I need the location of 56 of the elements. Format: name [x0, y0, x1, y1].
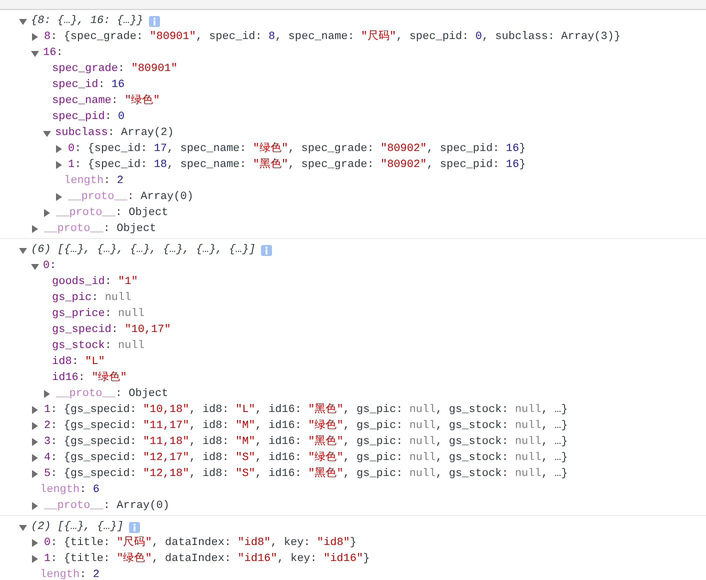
property-text: goods_id: "1"	[52, 275, 138, 290]
property-text: gs_pic: null	[52, 291, 132, 306]
property-text: gs_specid: "10,17"	[52, 323, 171, 338]
object-summary: (6) [{…}, {…}, {…}, {…}, {…}, {…}]	[31, 243, 256, 258]
expand-arrow-icon[interactable]	[32, 555, 38, 563]
expand-arrow-icon[interactable]	[32, 225, 38, 233]
property-text: 8: {spec_grade: "80901", spec_id: 8, spec_name: "尺码", spec_pid: 0, subclass: Array(3)}	[44, 29, 621, 45]
property-text: length: 2	[40, 568, 100, 580]
property-text: 2: {gs_specid: "11,17", id8: "M", id16: "绿色", gs_pic: null, gs_stock: null, …}	[44, 418, 568, 434]
property-text: 3: {gs_specid: "11,18", id8: "M", id16: "黑色", gs_pic: null, gs_stock: null, …}	[44, 434, 568, 450]
expand-arrow-icon[interactable]	[56, 161, 62, 169]
expand-arrow-icon[interactable]	[32, 502, 38, 510]
collapse-arrow-icon[interactable]	[31, 264, 39, 270]
property-text: 1: {spec_id: 18, spec_name: "黑色", spec_grade: "80902", spec_pid: 16}	[68, 157, 526, 173]
property-text: spec_pid: 0	[52, 110, 125, 125]
expand-arrow-icon[interactable]	[56, 145, 62, 153]
collapse-arrow-icon[interactable]	[19, 524, 27, 530]
property-text: 0: {title: "尺码", dataIndex: "id8", key: "id8"}	[44, 535, 357, 551]
property-text: spec_grade: "80901"	[52, 62, 178, 77]
collapse-arrow-icon[interactable]	[19, 248, 27, 254]
expand-arrow-icon[interactable]	[56, 193, 62, 201]
object-summary: (2) [{…}, {…}]	[31, 520, 124, 535]
property-text: id16: "绿色"	[52, 370, 127, 386]
property-text: gs_price: null	[52, 307, 144, 322]
collapse-arrow-icon[interactable]	[31, 50, 39, 56]
expand-arrow-icon[interactable]	[32, 454, 38, 462]
collapse-arrow-icon[interactable]	[43, 130, 51, 136]
property-text: 5: {gs_specid: "12,18", id8: "S", id16: "黑色", gs_pic: null, gs_stock: null, …}	[44, 466, 568, 482]
property-text: length: 6	[40, 483, 100, 498]
property-text: spec_id: 16	[52, 78, 125, 93]
property-text: gs_stock: null	[52, 339, 144, 354]
property-text: subclass: Array(2)	[55, 126, 174, 141]
property-text: __proto__: Object	[44, 222, 156, 237]
expand-arrow-icon[interactable]	[44, 390, 50, 398]
expand-arrow-icon[interactable]	[32, 33, 38, 41]
expand-arrow-icon[interactable]	[32, 406, 38, 414]
property-text: 1: {gs_specid: "10,18", id8: "L", id16: "黑色", gs_pic: null, gs_stock: null, …}	[44, 402, 568, 418]
property-text: 1: {title: "绿色", dataIndex: "id16", key: "id16"}	[44, 551, 370, 567]
object-summary: {8: {…}, 16: {…}}	[31, 14, 144, 29]
property-text: 0: {spec_id: 17, spec_name: "绿色", spec_grade: "80902", spec_pid: 16}	[68, 141, 526, 157]
property-text: id8: "L"	[52, 355, 105, 370]
expand-arrow-icon[interactable]	[32, 438, 38, 446]
expand-arrow-icon[interactable]	[32, 470, 38, 478]
property-text: __proto__: Object	[56, 387, 168, 402]
expand-arrow-icon[interactable]	[44, 209, 50, 217]
property-text: __proto__: Array(0)	[44, 499, 170, 514]
property-text: 16:	[43, 46, 63, 61]
property-text: __proto__: Object	[56, 206, 168, 221]
property-text: __proto__: Array(0)	[68, 190, 194, 205]
property-text: length: 2	[64, 174, 124, 189]
property-text: 0:	[43, 259, 56, 274]
expand-arrow-icon[interactable]	[32, 422, 38, 430]
property-text: 4: {gs_specid: "12,17", id8: "S", id16: "绿色", gs_pic: null, gs_stock: null, …}	[44, 450, 568, 466]
property-text: spec_name: "绿色"	[52, 93, 160, 109]
expand-arrow-icon[interactable]	[32, 539, 38, 547]
collapse-arrow-icon[interactable]	[19, 18, 27, 24]
